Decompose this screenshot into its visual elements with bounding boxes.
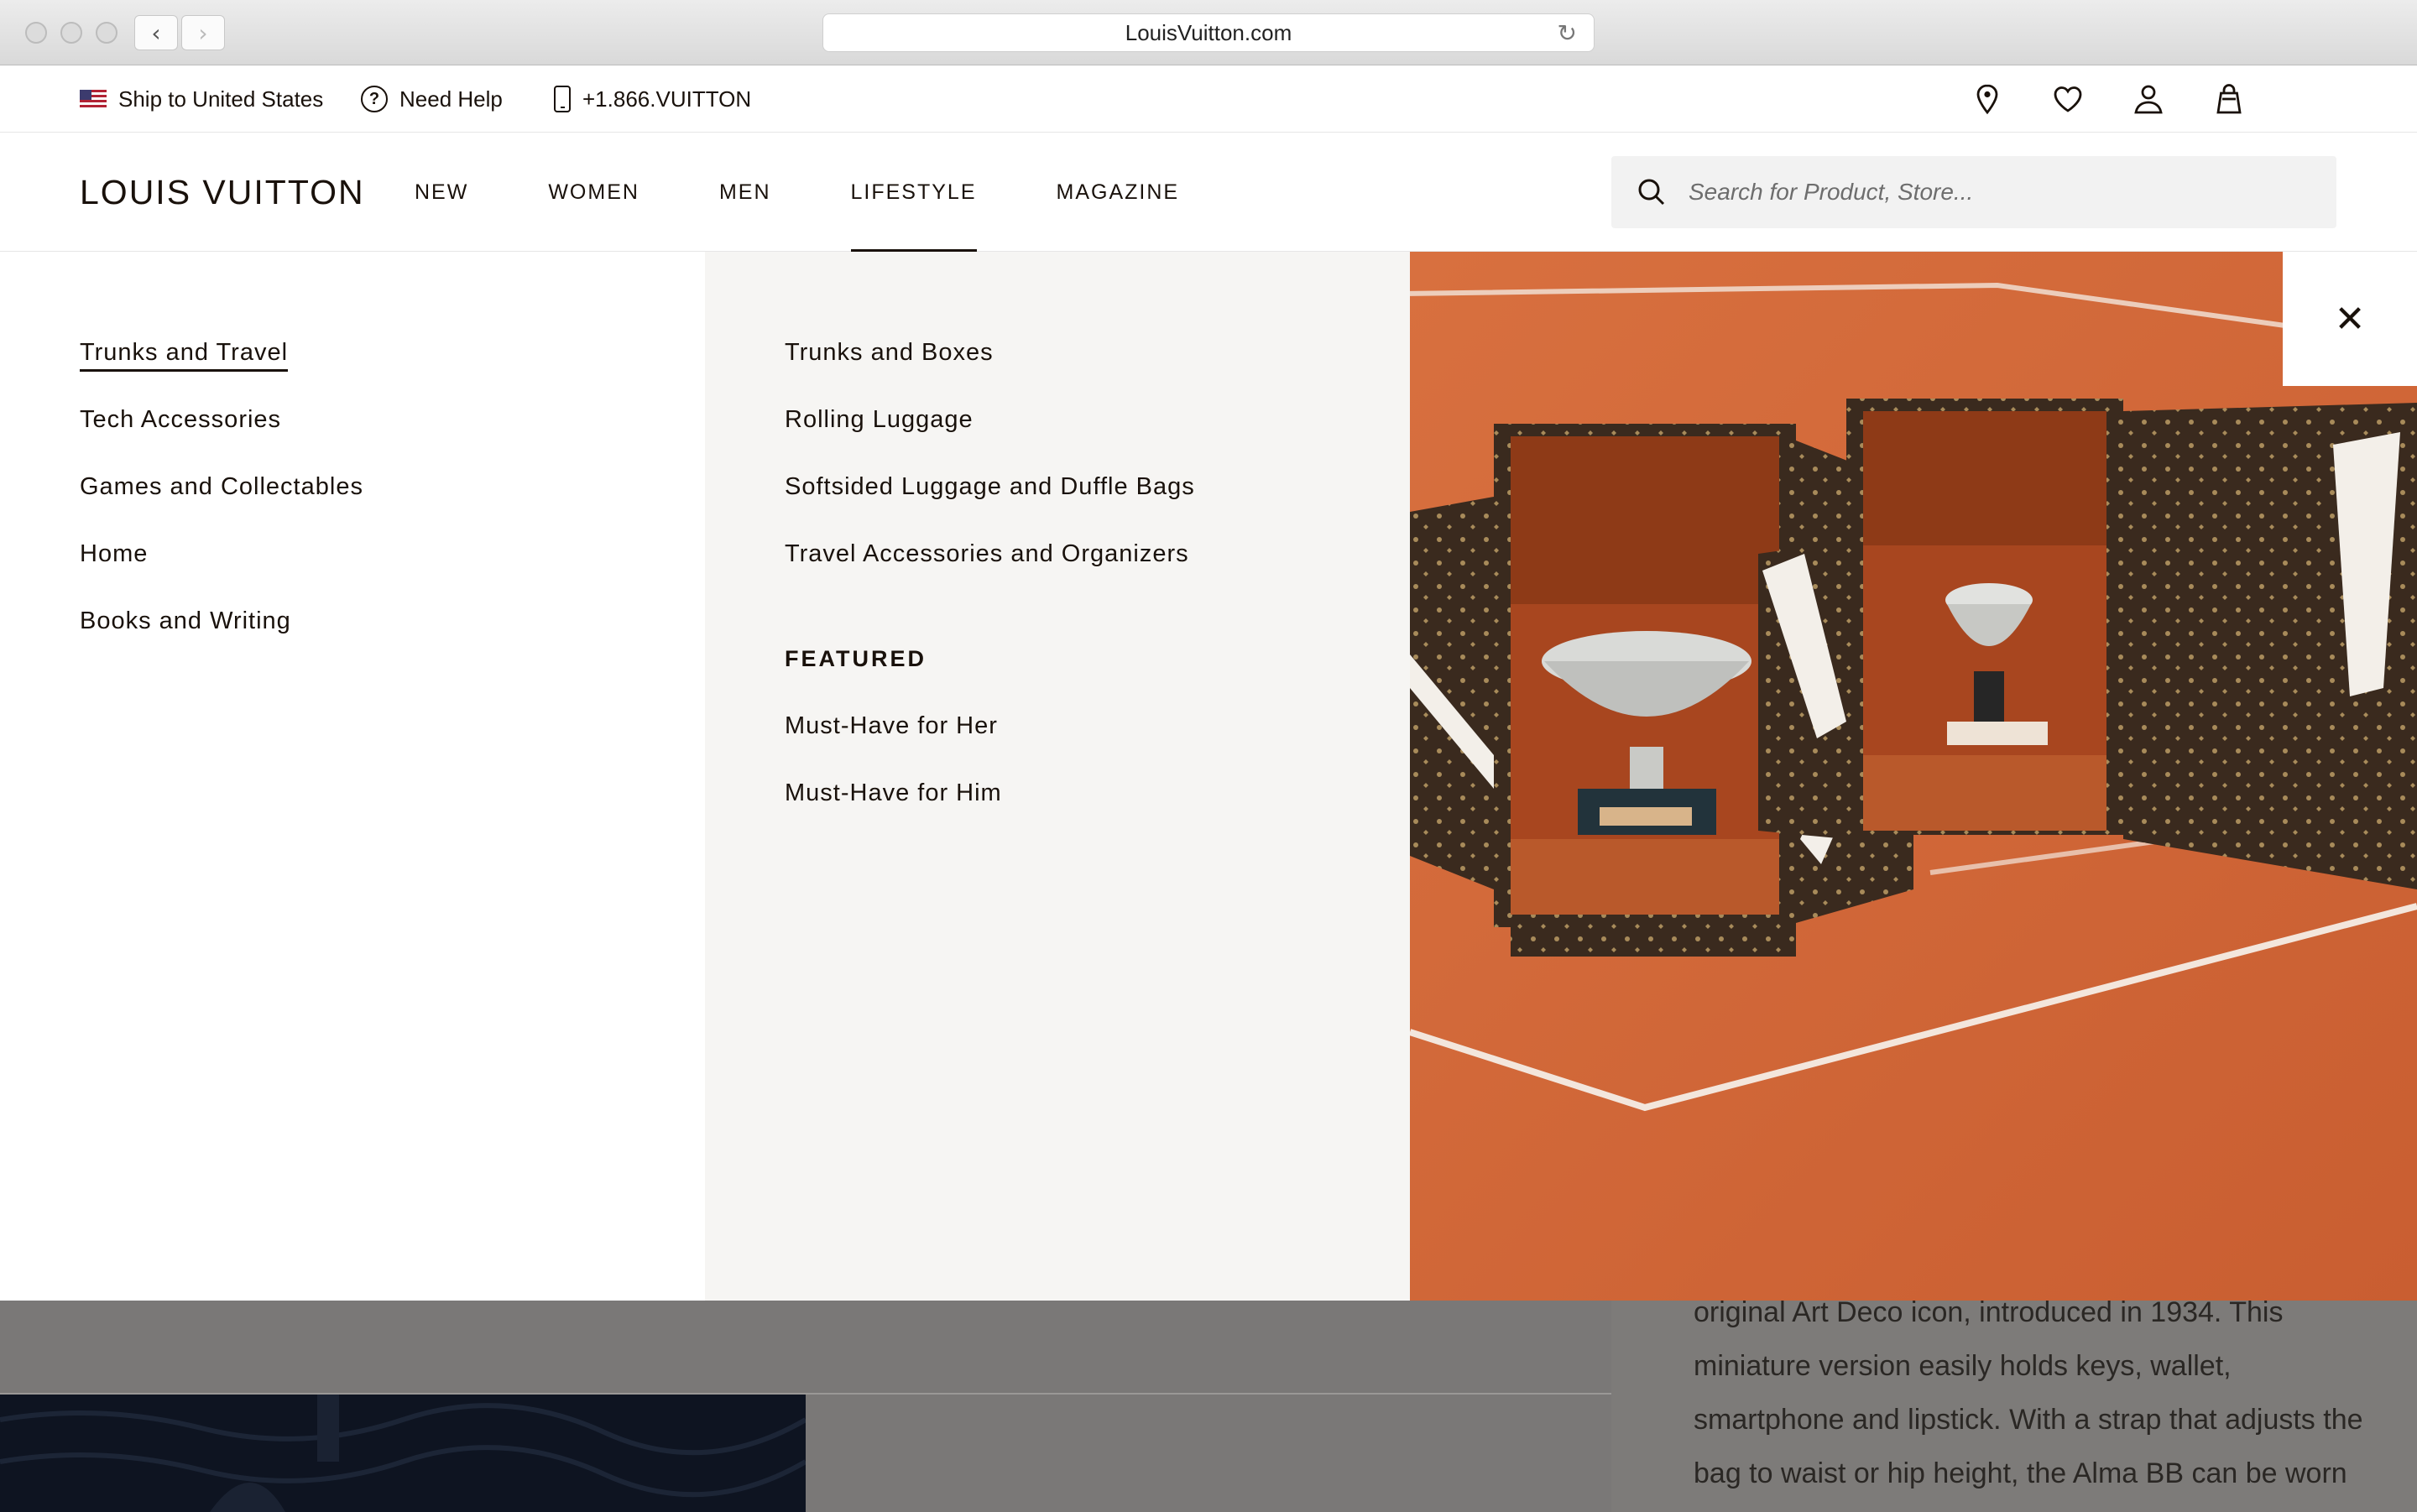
nav-women[interactable]: WOMEN bbox=[548, 133, 639, 252]
overlay-band bbox=[0, 1301, 1611, 1395]
featured-must-have-her[interactable]: Must-Have for Her bbox=[785, 707, 1195, 774]
nav-lifestyle[interactable]: LIFESTYLE bbox=[850, 133, 977, 252]
heart-icon[interactable] bbox=[2049, 81, 2086, 117]
need-help-link[interactable]: ? Need Help bbox=[361, 65, 503, 133]
category-books-and-writing[interactable]: Books and Writing bbox=[80, 602, 363, 670]
ship-to-link[interactable]: Ship to United States bbox=[80, 65, 323, 133]
phone-link[interactable]: +1.866.VUITTON bbox=[554, 65, 751, 133]
back-button[interactable]: ‹ bbox=[134, 15, 178, 50]
browser-nav: ‹ › bbox=[134, 15, 225, 50]
search-input[interactable] bbox=[1689, 179, 2326, 206]
featured-heading: FEATURED bbox=[785, 646, 927, 671]
close-window-button[interactable] bbox=[25, 22, 47, 44]
close-icon: ✕ bbox=[2334, 297, 2366, 341]
category-tech-accessories[interactable]: Tech Accessories bbox=[80, 401, 363, 468]
phone-icon bbox=[554, 86, 571, 112]
location-pin-icon[interactable] bbox=[1969, 81, 2006, 117]
chevron-right-icon: › bbox=[198, 18, 208, 47]
promo-image[interactable]: ✕ bbox=[1410, 252, 2417, 1301]
category-column: Trunks and Travel Tech Accessories Games… bbox=[0, 252, 705, 1301]
subcategory-list: Trunks and Boxes Rolling Luggage Softsid… bbox=[785, 334, 1195, 842]
category-games-and-collectables[interactable]: Games and Collectables bbox=[80, 468, 363, 535]
subcategory-softsided-luggage[interactable]: Softsided Luggage and Duffle Bags bbox=[785, 468, 1195, 535]
category-list: Trunks and Travel Tech Accessories Games… bbox=[80, 334, 363, 670]
product-description: original Art Deco icon, introduced in 19… bbox=[1611, 1301, 2417, 1512]
trophy-trunks-image bbox=[1410, 252, 2417, 1301]
us-flag-icon bbox=[80, 90, 107, 108]
product-image bbox=[0, 1395, 807, 1512]
window-controls bbox=[25, 22, 117, 44]
help-icon: ? bbox=[361, 86, 388, 112]
phone-label: +1.866.VUITTON bbox=[582, 86, 752, 112]
subcategory-rolling-luggage[interactable]: Rolling Luggage bbox=[785, 401, 1195, 468]
featured-must-have-him[interactable]: Must-Have for Him bbox=[785, 774, 1195, 842]
subcategory-trunks-and-boxes[interactable]: Trunks and Boxes bbox=[785, 334, 1195, 401]
utility-bar: Ship to United States ? Need Help +1.866… bbox=[0, 65, 2417, 133]
need-help-label: Need Help bbox=[399, 86, 503, 112]
bag-image bbox=[0, 1395, 807, 1512]
page-overlay[interactable]: original Art Deco icon, introduced in 19… bbox=[0, 1301, 2417, 1512]
shopping-bag-icon[interactable] bbox=[2211, 81, 2247, 117]
main-nav: NEW WOMEN MEN LIFESTYLE MAGAZINE bbox=[415, 133, 1259, 252]
search-icon bbox=[1638, 179, 1665, 206]
category-home[interactable]: Home bbox=[80, 535, 363, 602]
reload-icon[interactable]: ↻ bbox=[1558, 19, 1577, 47]
chevron-left-icon: ‹ bbox=[151, 18, 161, 47]
subcategory-travel-accessories[interactable]: Travel Accessories and Organizers bbox=[785, 535, 1195, 602]
account-icon[interactable] bbox=[2130, 81, 2167, 117]
brand-logo[interactable]: LOUIS VUITTON bbox=[80, 173, 365, 212]
close-menu-button[interactable]: ✕ bbox=[2283, 252, 2417, 386]
address-bar[interactable]: LouisVuitton.com ↻ bbox=[822, 13, 1595, 52]
browser-chrome: ‹ › LouisVuitton.com ↻ bbox=[0, 0, 2417, 65]
ship-to-label: Ship to United States bbox=[118, 86, 324, 112]
forward-button[interactable]: › bbox=[181, 15, 225, 50]
maximize-window-button[interactable] bbox=[96, 22, 117, 44]
nav-men[interactable]: MEN bbox=[719, 133, 771, 252]
nav-magazine[interactable]: MAGAZINE bbox=[1057, 133, 1180, 252]
main-header: LOUIS VUITTON NEW WOMEN MEN LIFESTYLE MA… bbox=[0, 133, 2417, 252]
minimize-window-button[interactable] bbox=[60, 22, 82, 44]
nav-new[interactable]: NEW bbox=[415, 133, 468, 252]
url-text: LouisVuitton.com bbox=[1125, 19, 1292, 45]
overlay-gap bbox=[806, 1395, 1611, 1512]
search-box[interactable] bbox=[1611, 156, 2336, 228]
subcategory-panel: Trunks and Boxes Rolling Luggage Softsid… bbox=[705, 252, 1410, 1301]
category-trunks-and-travel[interactable]: Trunks and Travel bbox=[80, 334, 363, 401]
